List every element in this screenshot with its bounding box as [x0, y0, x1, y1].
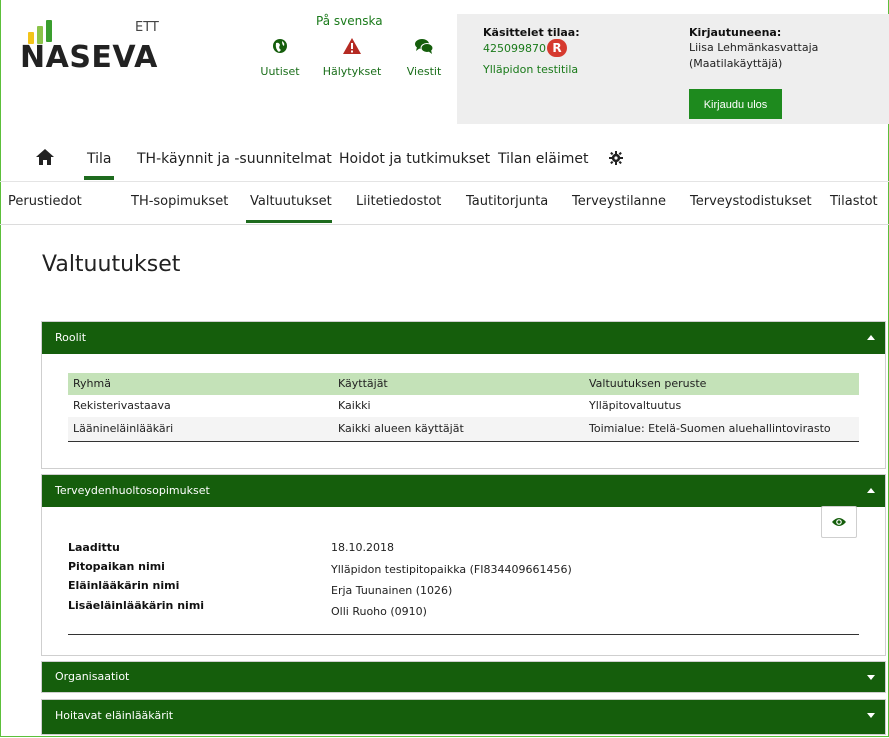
- vets-panel-title: Hoitavat eläinlääkärit: [55, 709, 174, 722]
- eye-icon: [832, 518, 846, 526]
- main-nav: Tila TH-käynnit ja -suunnitelmat Hoidot …: [0, 145, 889, 181]
- gear-icon[interactable]: [609, 151, 623, 165]
- column-header-basis: Valtuutuksen peruste: [589, 377, 707, 390]
- column-header-group: Ryhmä: [73, 377, 111, 390]
- table-row: Läänineläinlääkäri Kaikki alueen käyttäj…: [68, 417, 859, 442]
- globe-icon: [273, 39, 287, 53]
- main-nav-active-indicator: [84, 176, 114, 180]
- sub-nav: Perustiedot TH-sopimukset Valtuutukset L…: [0, 181, 889, 225]
- health-contracts-panel-title: Terveydenhuoltosopimukset: [55, 484, 210, 497]
- cell-basis: Toimialue: Etelä-Suomen aluehallintovira…: [589, 422, 831, 435]
- collapse-caret-icon: [867, 488, 875, 493]
- tab-valtuutukset[interactable]: Valtuutukset: [250, 194, 332, 209]
- health-contracts-panel: Terveydenhuoltosopimukset Laadittu 18.10…: [41, 474, 886, 656]
- naseva-logo[interactable]: ETT NASEVA: [20, 14, 180, 75]
- farm-status-badge: R: [547, 39, 567, 57]
- messages-link[interactable]: Viestit: [402, 36, 446, 78]
- farm-name[interactable]: Ylläpidon testitila: [483, 63, 578, 76]
- table-row: Rekisterivastaava Kaikki Ylläpitovaltuut…: [68, 395, 859, 417]
- main-nav-animals[interactable]: Tilan eläimet: [498, 151, 589, 167]
- alerts-link[interactable]: Hälytykset: [321, 36, 383, 78]
- collapse-caret-icon: [867, 335, 875, 340]
- tab-terveystodistukset[interactable]: Terveystodistukset: [690, 194, 812, 209]
- roles-panel: Roolit Ryhmä Käyttäjät Valtuutuksen peru…: [41, 321, 886, 469]
- handling-label: Käsittelet tilaa:: [483, 26, 580, 39]
- cell-basis: Ylläpitovaltuutus: [589, 399, 682, 412]
- vets-panel-header[interactable]: Hoitavat eläinlääkärit: [42, 700, 885, 734]
- organizations-panel-header[interactable]: Organisaatiot: [42, 662, 885, 692]
- tab-tilastot[interactable]: Tilastot: [830, 194, 878, 209]
- cell-group: Läänineläinlääkäri: [73, 422, 174, 435]
- tab-th-sopimukset[interactable]: TH-sopimukset: [131, 194, 228, 209]
- status-panel: Käsittelet tilaa: 425099870 R Ylläpidon …: [457, 14, 889, 124]
- divider: [68, 634, 859, 635]
- view-contract-button[interactable]: [821, 506, 857, 538]
- cell-users: Kaikki: [338, 399, 371, 412]
- warning-icon: [343, 38, 361, 54]
- home-icon[interactable]: [36, 149, 54, 165]
- user-role: (Maatilakäyttäjä): [689, 57, 783, 70]
- field-label-elainlaakari: Eläinlääkärin nimi: [68, 579, 180, 592]
- logged-in-label: Kirjautuneena:: [689, 26, 782, 39]
- roles-table: Ryhmä Käyttäjät Valtuutuksen peruste Rek…: [68, 373, 859, 442]
- top-icon-nav: Uutiset Hälytykset Viestit: [250, 36, 450, 96]
- logo-ett-text: ETT: [135, 20, 159, 35]
- field-label-lisaelainlaakari: Lisäeläinlääkärin nimi: [68, 599, 205, 612]
- sub-nav-active-indicator: [246, 220, 332, 223]
- page-title: Valtuutukset: [42, 252, 181, 277]
- roles-panel-title: Roolit: [55, 331, 87, 344]
- roles-panel-header[interactable]: Roolit: [42, 322, 885, 354]
- field-value-laadittu: 18.10.2018: [331, 541, 394, 554]
- tab-liitetiedostot[interactable]: Liitetiedostot: [356, 194, 441, 209]
- field-label-pitopaikka: Pitopaikan nimi: [68, 560, 165, 573]
- tab-terveystilanne[interactable]: Terveystilanne: [572, 194, 666, 209]
- cell-users: Kaikki alueen käyttäjät: [338, 422, 464, 435]
- alerts-label: Hälytykset: [322, 65, 382, 78]
- vets-panel: Hoitavat eläinlääkärit: [41, 699, 886, 735]
- organizations-panel: Organisaatiot: [41, 661, 886, 693]
- cell-group: Rekisterivastaava: [73, 399, 171, 412]
- expand-caret-icon: [867, 675, 875, 680]
- expand-caret-icon: [867, 713, 875, 718]
- field-value-lisaelainlaakari: Olli Ruoho (0910): [331, 605, 427, 618]
- farm-id[interactable]: 425099870: [483, 42, 546, 55]
- field-value-pitopaikka: Ylläpidon testipitopaikka (FI83440966145…: [331, 563, 572, 576]
- health-contracts-panel-header[interactable]: Terveydenhuoltosopimukset: [42, 475, 885, 507]
- logo-name: NASEVA: [20, 40, 158, 75]
- field-label-laadittu: Laadittu: [68, 541, 120, 554]
- field-value-elainlaakari: Erja Tuunainen (1026): [331, 584, 453, 597]
- tab-perustiedot[interactable]: Perustiedot: [8, 194, 82, 209]
- main-nav-treatments[interactable]: Hoidot ja tutkimukset: [339, 151, 490, 167]
- tab-tautitorjunta[interactable]: Tautitorjunta: [466, 194, 548, 209]
- organizations-panel-title: Organisaatiot: [55, 670, 130, 683]
- main-nav-tila[interactable]: Tila: [87, 151, 111, 167]
- table-header-row: Ryhmä Käyttäjät Valtuutuksen peruste: [68, 373, 859, 395]
- user-name: Liisa Lehmänkasvattaja: [689, 41, 819, 54]
- language-link[interactable]: På svenska: [316, 14, 383, 28]
- news-label: Uutiset: [260, 65, 300, 78]
- messages-label: Viestit: [406, 65, 442, 78]
- news-link[interactable]: Uutiset: [258, 36, 302, 78]
- chat-icon: [415, 39, 434, 54]
- column-header-users: Käyttäjät: [338, 377, 388, 390]
- main-nav-th-visits[interactable]: TH-käynnit ja -suunnitelmat: [137, 151, 332, 167]
- logout-button[interactable]: Kirjaudu ulos: [689, 89, 782, 119]
